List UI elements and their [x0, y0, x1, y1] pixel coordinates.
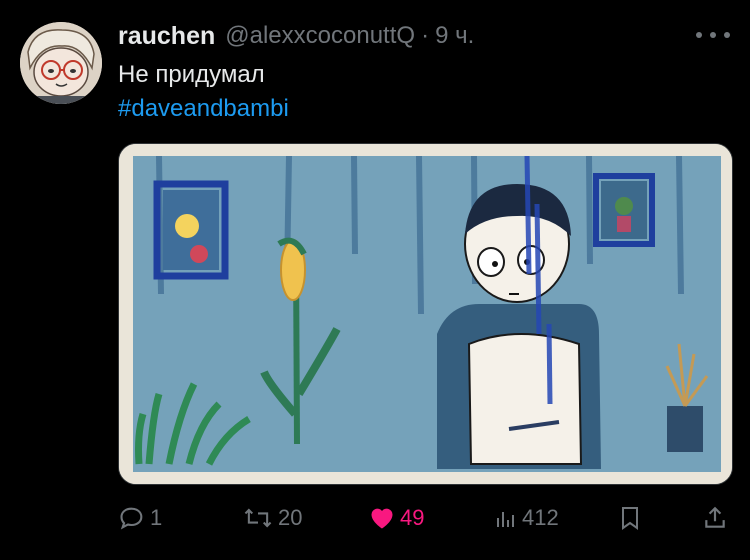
retweet-icon	[244, 508, 272, 528]
tweet-text: Не придумал #daveandbambi	[118, 58, 289, 126]
share-button[interactable]	[702, 500, 728, 536]
author-name[interactable]: rauchen	[118, 22, 215, 51]
views-button[interactable]: 412	[494, 500, 559, 536]
tweet-image[interactable]	[118, 143, 733, 485]
author-avatar[interactable]	[20, 22, 102, 104]
share-icon	[705, 506, 725, 528]
tweet-body: Не придумал	[118, 61, 265, 88]
more-icon[interactable]	[696, 22, 730, 48]
image-artwork	[119, 144, 732, 484]
retweet-count: 20	[278, 505, 303, 530]
tweet-header: rauchen @alexxcoconuttQ · 9 ч.	[118, 18, 474, 54]
author-handle[interactable]: @alexxcoconuttQ	[225, 22, 415, 50]
bookmark-button[interactable]	[618, 500, 642, 536]
avatar-drawing	[20, 22, 102, 104]
like-count: 49	[400, 505, 425, 530]
reply-count: 1	[150, 505, 163, 530]
timestamp[interactable]: 9 ч.	[435, 22, 474, 50]
reply-icon	[120, 507, 143, 530]
views-count: 412	[522, 505, 559, 530]
hashtag-link[interactable]: #daveandbambi	[118, 92, 289, 126]
heart-icon	[371, 508, 393, 529]
bookmark-icon	[622, 507, 638, 530]
retweet-button[interactable]: 20	[242, 500, 302, 536]
views-icon	[497, 512, 514, 527]
separator-dot: ·	[421, 22, 430, 49]
reply-button[interactable]: 1	[118, 500, 162, 536]
tweet-actions: 1 20 49 412	[118, 500, 730, 536]
like-button[interactable]: 49	[368, 500, 424, 536]
